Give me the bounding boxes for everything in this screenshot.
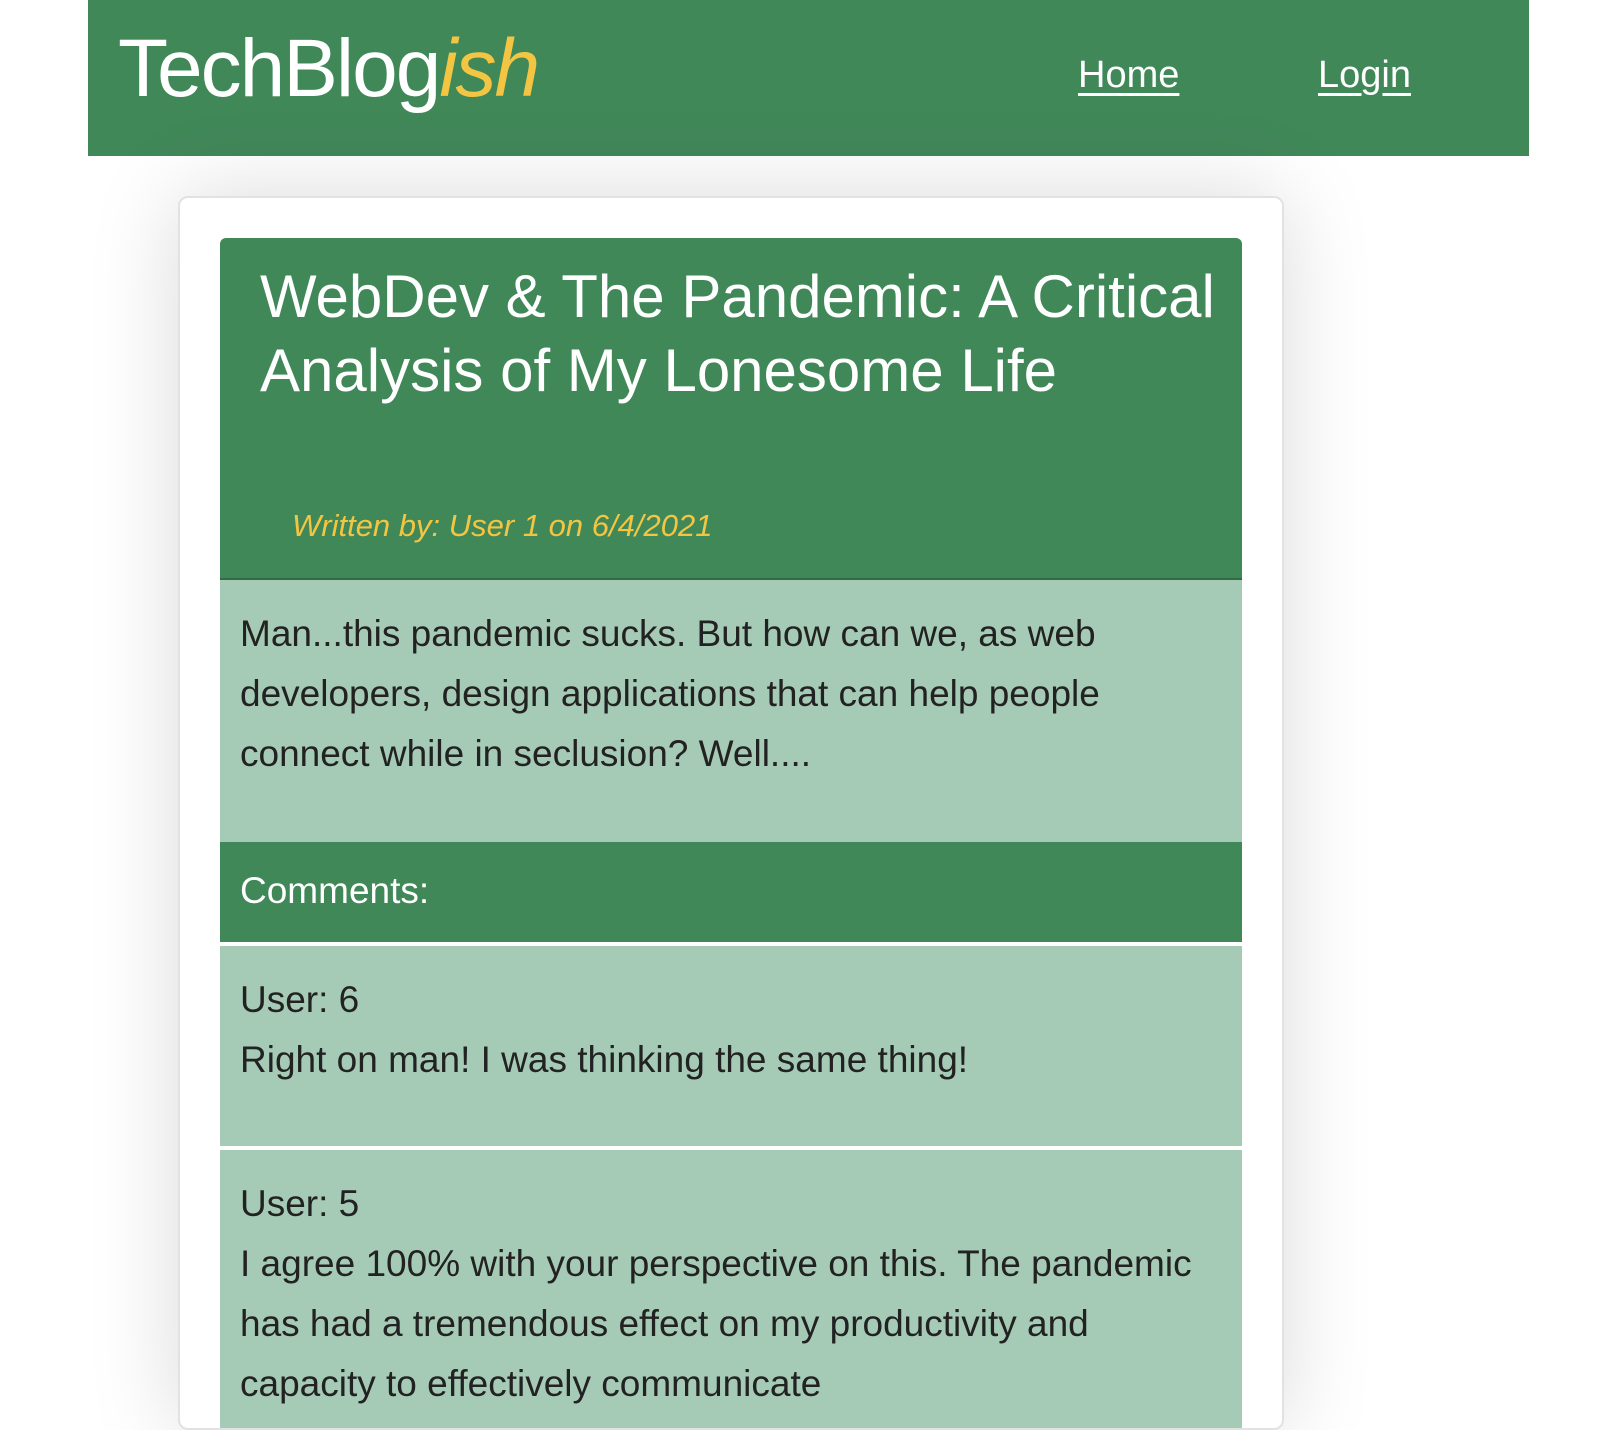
post-body: Man...this pandemic sucks. But how can w… (220, 580, 1242, 842)
post-title: WebDev & The Pandemic: A Critical Analys… (260, 263, 1215, 404)
brand-accent-text: ish (439, 23, 540, 114)
navbar: TechBlogish Home Login (88, 0, 1529, 156)
post-header: WebDev & The Pandemic: A Critical Analys… (220, 238, 1242, 580)
comment-user: User: 5 (240, 1183, 360, 1224)
comment-text: I agree 100% with your perspective on th… (240, 1243, 1192, 1404)
brand-main-text: TechBlog (118, 23, 441, 114)
post-author-date: Written by: User 1 on 6/4/2021 (292, 508, 713, 543)
comment-item: User: 5 I agree 100% with your perspecti… (220, 1150, 1242, 1428)
comment-user: User: 6 (240, 979, 360, 1020)
nav-link-login[interactable]: Login (1318, 54, 1411, 97)
comments-header: Comments: (220, 842, 1242, 942)
post-card: WebDev & The Pandemic: A Critical Analys… (178, 196, 1284, 1430)
comment-text: Right on man! I was thinking the same th… (240, 1039, 969, 1080)
comment-item: User: 6 Right on man! I was thinking the… (220, 946, 1242, 1146)
nav-link-home[interactable]: Home (1078, 54, 1179, 97)
brand-logo[interactable]: TechBlogish (118, 20, 540, 118)
